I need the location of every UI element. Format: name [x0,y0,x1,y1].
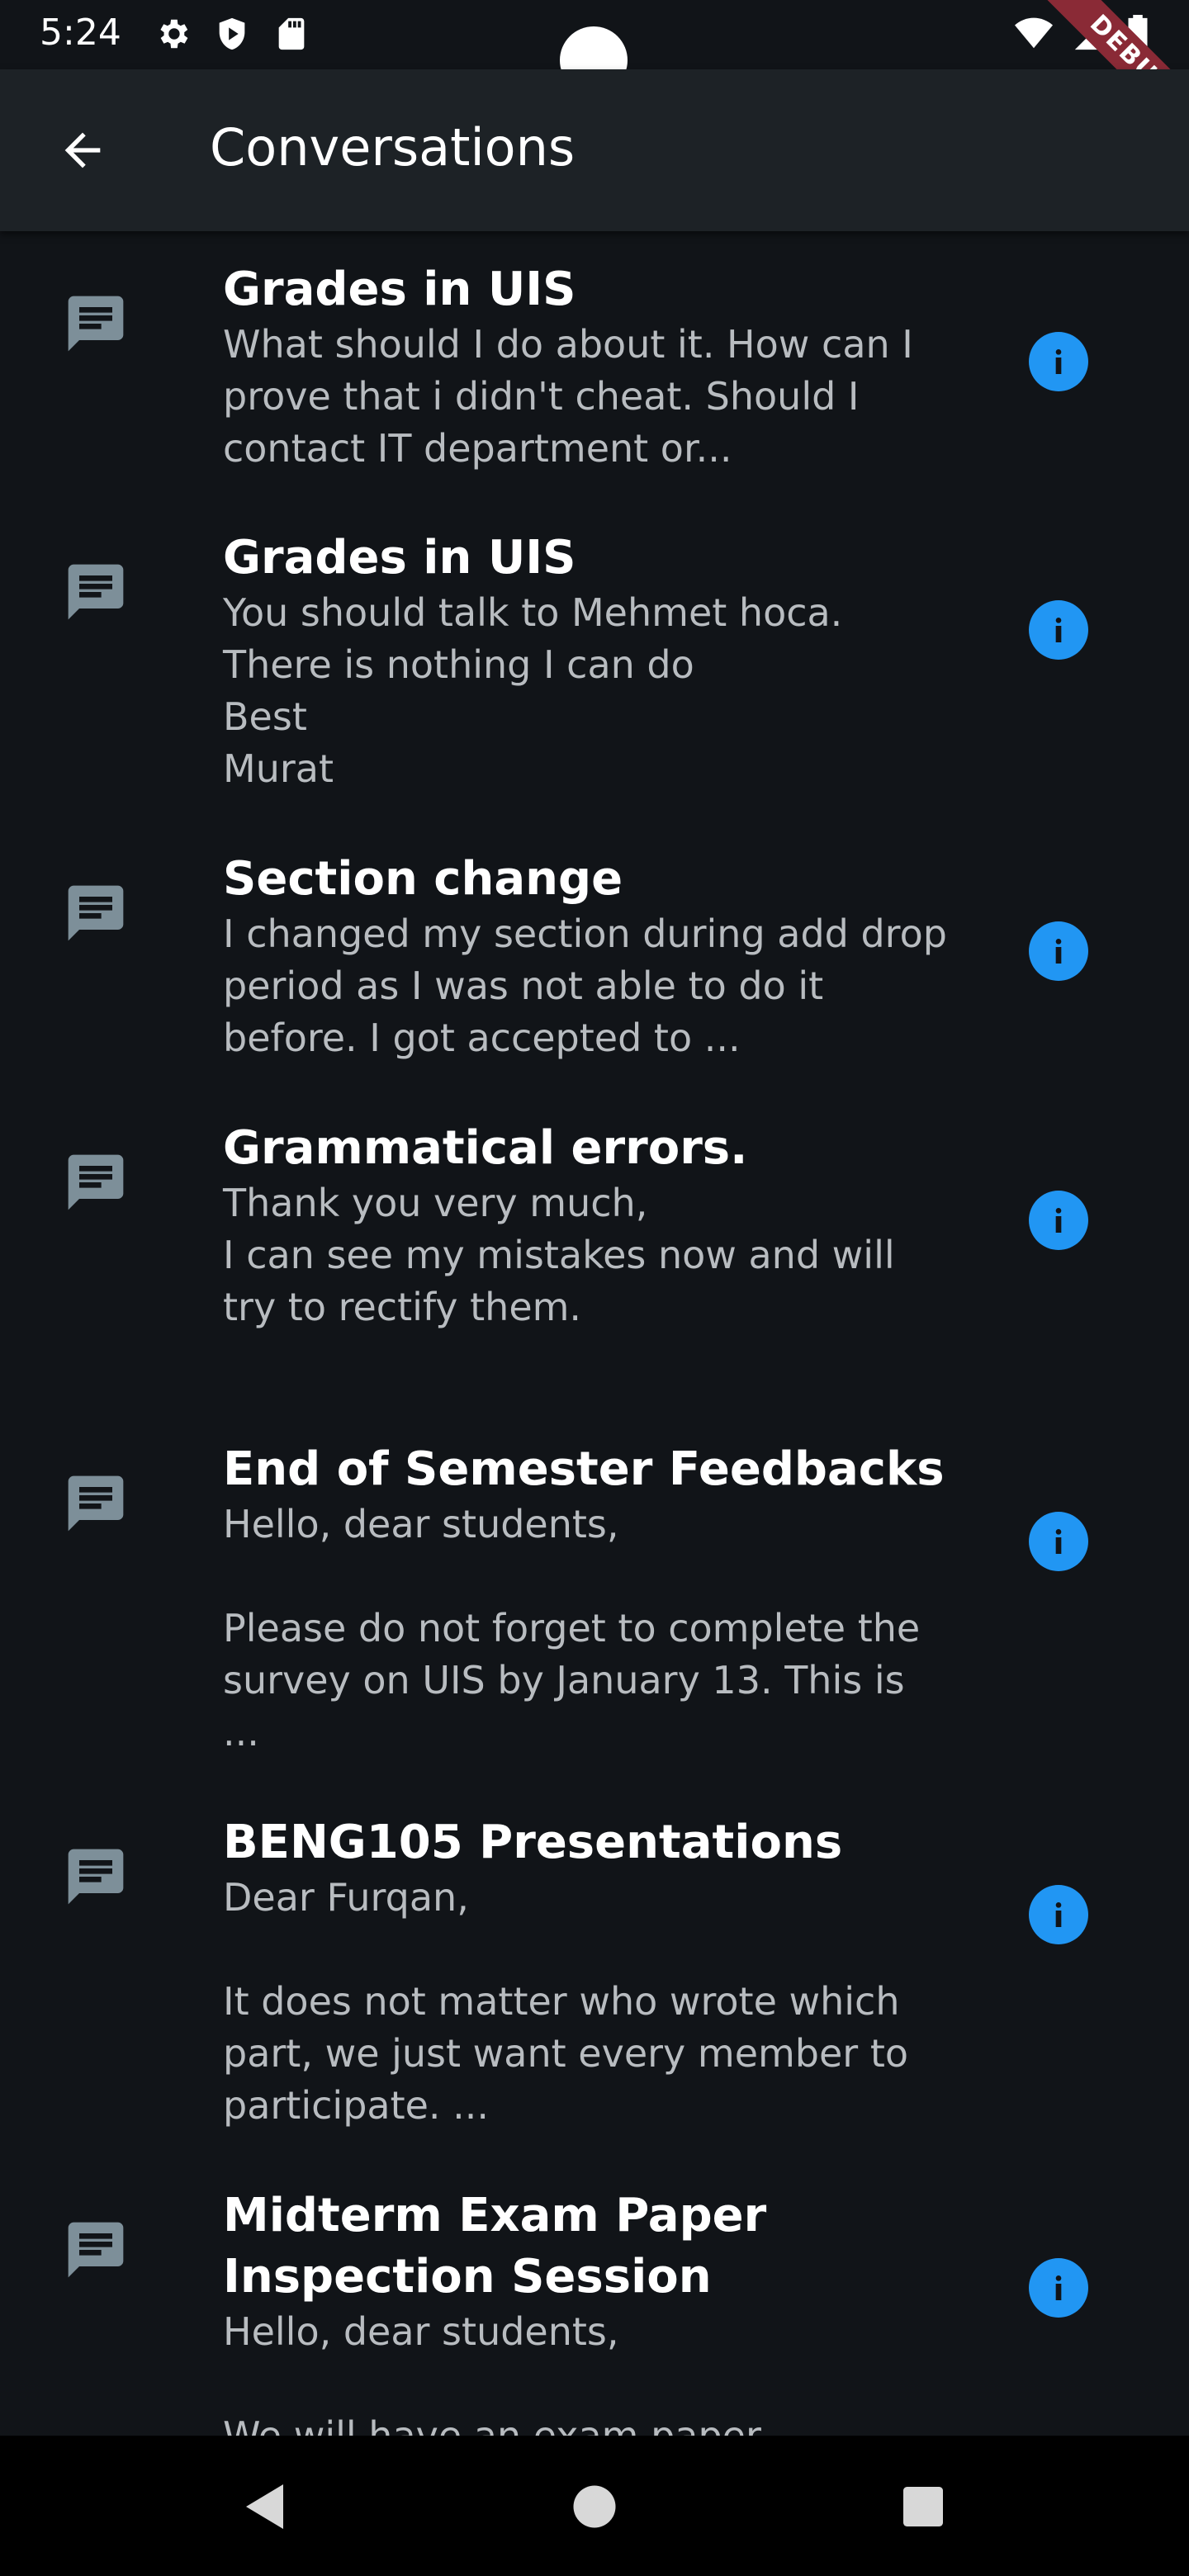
system-nav-bar [0,2436,1189,2576]
conversation-preview: I changed my section during add drop per… [223,912,947,1060]
conversation-item[interactable]: Midterm Exam Paper Inspection Session He… [0,2157,1189,2436]
conversation-title: End of Semester Feedbacks [223,1442,945,1496]
info-button[interactable] [1029,332,1088,391]
message-icon [63,2217,129,2283]
conversation-title: BENG105 Presentations [223,1816,843,1869]
info-button[interactable] [1029,1885,1088,1944]
battery-icon [1128,15,1148,53]
message-icon [63,559,129,625]
conversation-item[interactable]: Grades in UIS You should talk to Mehmet … [0,500,1189,822]
nav-recents-icon[interactable] [893,2477,953,2536]
back-button[interactable] [46,114,119,187]
signal-icon [1074,17,1107,50]
conversation-title: Midterm Exam Paper Inspection Session [223,2189,767,2304]
shield-play-icon [219,17,245,50]
status-bar: 5:24 DEBUG [0,0,1189,149]
conversation-title: Grammatical errors. [223,1121,748,1175]
info-icon [1055,939,1062,964]
nav-back-icon[interactable] [236,2477,296,2536]
conversation-item[interactable]: BENG105 Presentations Dear Furqan, It do… [0,1784,1189,2157]
page-title: Conversations [210,117,576,178]
settings-icon [160,19,188,49]
info-icon [1055,618,1062,642]
conversation-preview: Dear Furqan, It does not matter who wrot… [223,1875,909,2128]
message-icon [63,291,129,357]
conversation-item[interactable]: Section change I changed my section duri… [0,821,1189,1089]
conversation-preview: You should talk to Mehmet hoca. There is… [223,590,843,791]
message-icon [63,1844,129,1910]
info-icon [1055,1529,1062,1554]
conversation-title: Grades in UIS [223,263,576,316]
conversation-preview: Hello, dear students, Please do not forg… [223,1502,921,1754]
app-bar: Conversations [0,69,1189,231]
info-button[interactable] [1029,1191,1088,1250]
message-icon [63,1149,129,1215]
conversation-list[interactable]: Grades in UIS What should I do about it.… [0,231,1189,2436]
conversation-item[interactable]: End of Semester Feedbacks Hello, dear st… [0,1411,1189,1784]
arrow-back-icon [64,132,101,168]
status-icons [154,15,310,54]
conversation-preview: Hello, dear students, We will have an ex… [223,2309,761,2436]
info-button[interactable] [1029,1512,1088,1571]
info-button[interactable] [1029,921,1088,981]
info-icon [1055,1208,1062,1233]
conversation-title: Grades in UIS [223,531,576,585]
info-icon [1055,1902,1062,1927]
info-icon [1055,349,1062,374]
sd-card-icon [278,17,305,50]
message-icon [63,880,129,946]
info-button[interactable] [1029,2258,1088,2318]
conversation-item[interactable]: Grammatical errors. Thank you very much,… [0,1090,1189,1412]
status-right-icons [1012,15,1149,53]
wifi-icon [1015,17,1053,49]
info-button[interactable] [1029,600,1088,660]
conversation-preview: What should I do about it. How can I pro… [223,322,913,471]
status-time: 5:24 [40,12,121,54]
conversation-item[interactable]: Grades in UIS What should I do about it.… [0,231,1189,495]
message-icon [63,1470,129,1537]
conversation-title: Section change [223,852,623,906]
conversation-preview: Thank you very much, I can see my mistak… [223,1181,895,1329]
info-icon [1055,2275,1062,2300]
nav-home-icon[interactable] [565,2477,624,2536]
